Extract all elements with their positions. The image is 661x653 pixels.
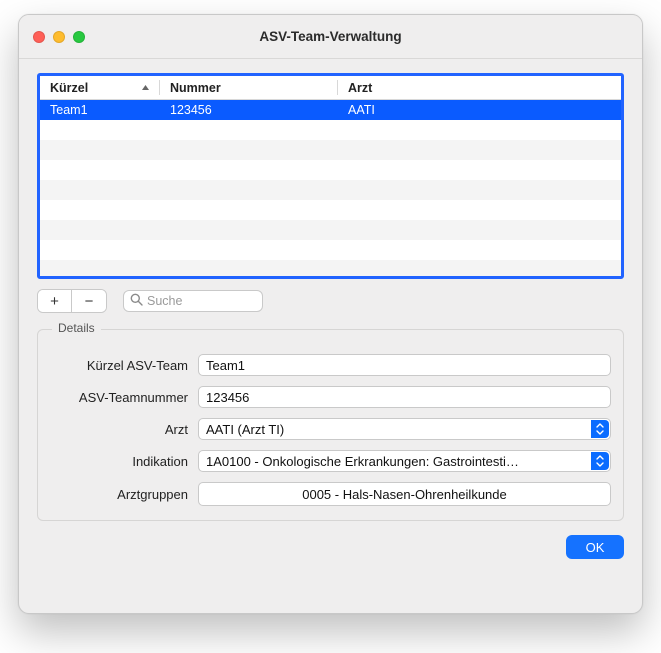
traffic-lights — [33, 31, 85, 43]
select-indikation[interactable]: 1A0100 - Onkologische Erkrankungen: Gast… — [198, 450, 611, 472]
label-indikation: Indikation — [50, 454, 198, 469]
close-icon[interactable] — [33, 31, 45, 43]
zoom-icon[interactable] — [73, 31, 85, 43]
details-group: Details Kürzel ASV-Team ASV-Teamnummer A… — [37, 329, 624, 521]
label-kurzel: Kürzel ASV-Team — [50, 358, 198, 373]
table-row[interactable] — [40, 240, 621, 260]
team-table[interactable]: Kürzel Nummer Arzt Team1 123456 AATI — [37, 73, 624, 279]
minimize-icon[interactable] — [53, 31, 65, 43]
window-title: ASV-Team-Verwaltung — [19, 29, 642, 44]
table-row[interactable] — [40, 140, 621, 160]
label-arzt: Arzt — [50, 422, 198, 437]
select-indikation-value: 1A0100 - Onkologische Erkrankungen: Gast… — [206, 454, 519, 469]
table-row[interactable] — [40, 120, 621, 140]
table-row[interactable] — [40, 160, 621, 180]
column-kurzel-label: Kürzel — [50, 81, 88, 95]
search-field[interactable] — [123, 290, 263, 312]
sort-ascending-icon — [141, 84, 150, 91]
remove-button[interactable]: − — [72, 290, 106, 312]
cell-nummer: 123456 — [160, 103, 338, 117]
footer: OK — [37, 535, 624, 559]
select-arzt[interactable]: AATI (Arzt TI) — [198, 418, 611, 440]
input-kurzel[interactable] — [198, 354, 611, 376]
select-arzt-value: AATI (Arzt TI) — [206, 422, 284, 437]
ok-button[interactable]: OK — [566, 535, 624, 559]
column-arzt[interactable]: Arzt — [338, 76, 621, 99]
column-nummer[interactable]: Nummer — [160, 76, 338, 99]
table-toolbar: + − — [37, 289, 624, 313]
column-nummer-label: Nummer — [170, 81, 221, 95]
details-legend: Details — [52, 321, 101, 335]
add-button[interactable]: + — [38, 290, 72, 312]
table-row[interactable] — [40, 180, 621, 200]
table-body: Team1 123456 AATI — [40, 100, 621, 279]
table-row[interactable] — [40, 260, 621, 279]
arztgruppen-list[interactable]: 0005 - Hals-Nasen-Ohrenheilkunde — [198, 482, 611, 506]
label-arztgruppen: Arztgruppen — [50, 487, 198, 502]
label-teamnummer: ASV-Teamnummer — [50, 390, 198, 405]
column-arzt-label: Arzt — [348, 81, 372, 95]
table-row[interactable] — [40, 200, 621, 220]
chevron-up-down-icon — [591, 420, 609, 438]
add-remove-group: + − — [37, 289, 107, 313]
window: ASV-Team-Verwaltung Kürzel Nummer Arzt — [18, 14, 643, 614]
titlebar: ASV-Team-Verwaltung — [19, 15, 642, 59]
search-input[interactable] — [147, 294, 308, 308]
cell-kurzel: Team1 — [40, 103, 160, 117]
column-kurzel[interactable]: Kürzel — [40, 76, 160, 99]
table-row[interactable] — [40, 220, 621, 240]
table-row[interactable]: Team1 123456 AATI — [40, 100, 621, 120]
cell-arzt: AATI — [338, 103, 621, 117]
table-header: Kürzel Nummer Arzt — [40, 76, 621, 100]
search-icon — [130, 293, 143, 309]
input-teamnummer[interactable] — [198, 386, 611, 408]
arztgruppen-value: 0005 - Hals-Nasen-Ohrenheilkunde — [302, 487, 507, 502]
window-body: Kürzel Nummer Arzt Team1 123456 AATI — [19, 59, 642, 613]
chevron-up-down-icon — [591, 452, 609, 470]
